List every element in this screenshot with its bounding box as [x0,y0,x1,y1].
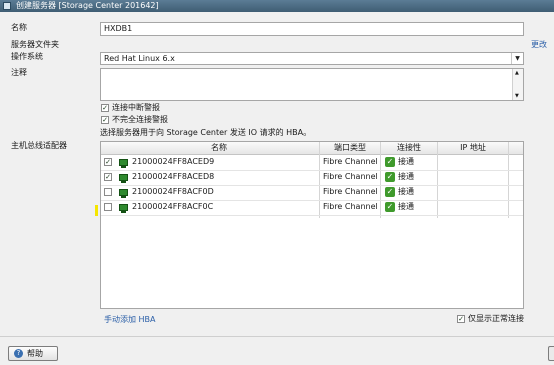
change-folder-link[interactable]: 更改 [531,40,547,50]
connectivity-status: 接通 [398,202,414,211]
hba-name: 21000024FF8ACED9 [132,157,215,166]
table-header: 名称 端口类型 连接性 IP 地址 [101,142,523,155]
connectivity-status: 接通 [398,172,414,181]
port-type: Fibre Channel [323,202,378,211]
column-header-connectivity[interactable]: 连接性 [381,143,437,153]
highlight-marker [95,205,98,216]
row-checkbox[interactable] [104,203,112,211]
name-input[interactable]: HXDB1 [100,22,524,36]
help-icon: ? [14,349,23,358]
hba-card-icon [119,204,128,213]
window-title: 创建服务器 [Storage Center 201642] [16,1,159,10]
show-normal-checkbox[interactable] [457,315,465,323]
hba-table: 名称 端口类型 连接性 IP 地址 21000024FF8ACED9 Fibre… [100,141,524,309]
column-header-name[interactable]: 名称 [119,143,319,153]
hba-label: 主机总线适配器 [11,141,67,150]
title-bar[interactable]: 创建服务器 [Storage Center 201642] [0,0,554,12]
os-label: 操作系统 [11,52,43,61]
name-label: 名称 [11,23,27,32]
hba-card-icon [119,189,128,198]
chevron-down-icon[interactable]: ▼ [511,53,523,64]
server-icon [3,2,11,10]
port-type: Fibre Channel [323,172,378,181]
notes-scrollbar[interactable]: ▲ ▼ [512,69,523,100]
table-row[interactable]: 21000024FF8ACF0D Fibre Channel ✓ 接通 [101,185,523,201]
notes-label: 注释 [11,68,27,77]
add-hba-link[interactable]: 手动添加 HBA [104,315,156,325]
port-type: Fibre Channel [323,187,378,196]
table-row[interactable]: 21000024FF8ACED9 Fibre Channel ✓ 接通 [101,155,523,171]
table-row[interactable]: 21000024FF8ACF0C Fibre Channel ✓ 接通 [101,200,523,216]
show-normal-label: 仅显示正常连接 [468,314,524,323]
alert-partial-label: 不完全连接警报 [112,115,168,124]
hba-card-icon [119,174,128,183]
port-type: Fibre Channel [323,157,378,166]
row-checkbox[interactable] [104,173,112,181]
column-header-port-type[interactable]: 端口类型 [320,143,380,153]
column-header-ip[interactable]: IP 地址 [438,143,508,153]
check-icon: ✓ [385,172,395,182]
hba-hint: 选择服务器用于向 Storage Center 发送 IO 请求的 HBA。 [100,128,312,137]
folder-label: 服务器文件夹 [11,40,59,49]
check-icon: ✓ [385,187,395,197]
help-button-label: 帮助 [27,349,43,358]
check-icon: ✓ [385,157,395,167]
next-button[interactable] [548,346,554,361]
connectivity-status: 接通 [398,187,414,196]
alert-partial-checkbox[interactable] [101,116,109,124]
os-select-value: Red Hat Linux 6.x [104,54,175,63]
row-checkbox[interactable] [104,188,112,196]
help-button[interactable]: ? 帮助 [8,346,58,361]
hba-name: 21000024FF8ACED8 [132,172,215,181]
check-icon: ✓ [385,202,395,212]
hba-name: 21000024FF8ACF0C [132,202,214,211]
scroll-up-icon[interactable]: ▲ [515,70,519,76]
notes-textarea[interactable]: ▲ ▼ [100,68,524,101]
scroll-down-icon[interactable]: ▼ [515,93,519,99]
row-checkbox[interactable] [104,158,112,166]
hba-card-icon [119,159,128,168]
alert-disconnect-checkbox[interactable] [101,104,109,112]
connectivity-status: 接通 [398,157,414,166]
footer-divider [0,336,554,337]
alert-disconnect-label: 连接中断警报 [112,103,160,112]
table-row[interactable]: 21000024FF8ACED8 Fibre Channel ✓ 接通 [101,170,523,186]
hba-name: 21000024FF8ACF0D [132,187,214,196]
os-select[interactable]: Red Hat Linux 6.x ▼ [100,52,524,65]
